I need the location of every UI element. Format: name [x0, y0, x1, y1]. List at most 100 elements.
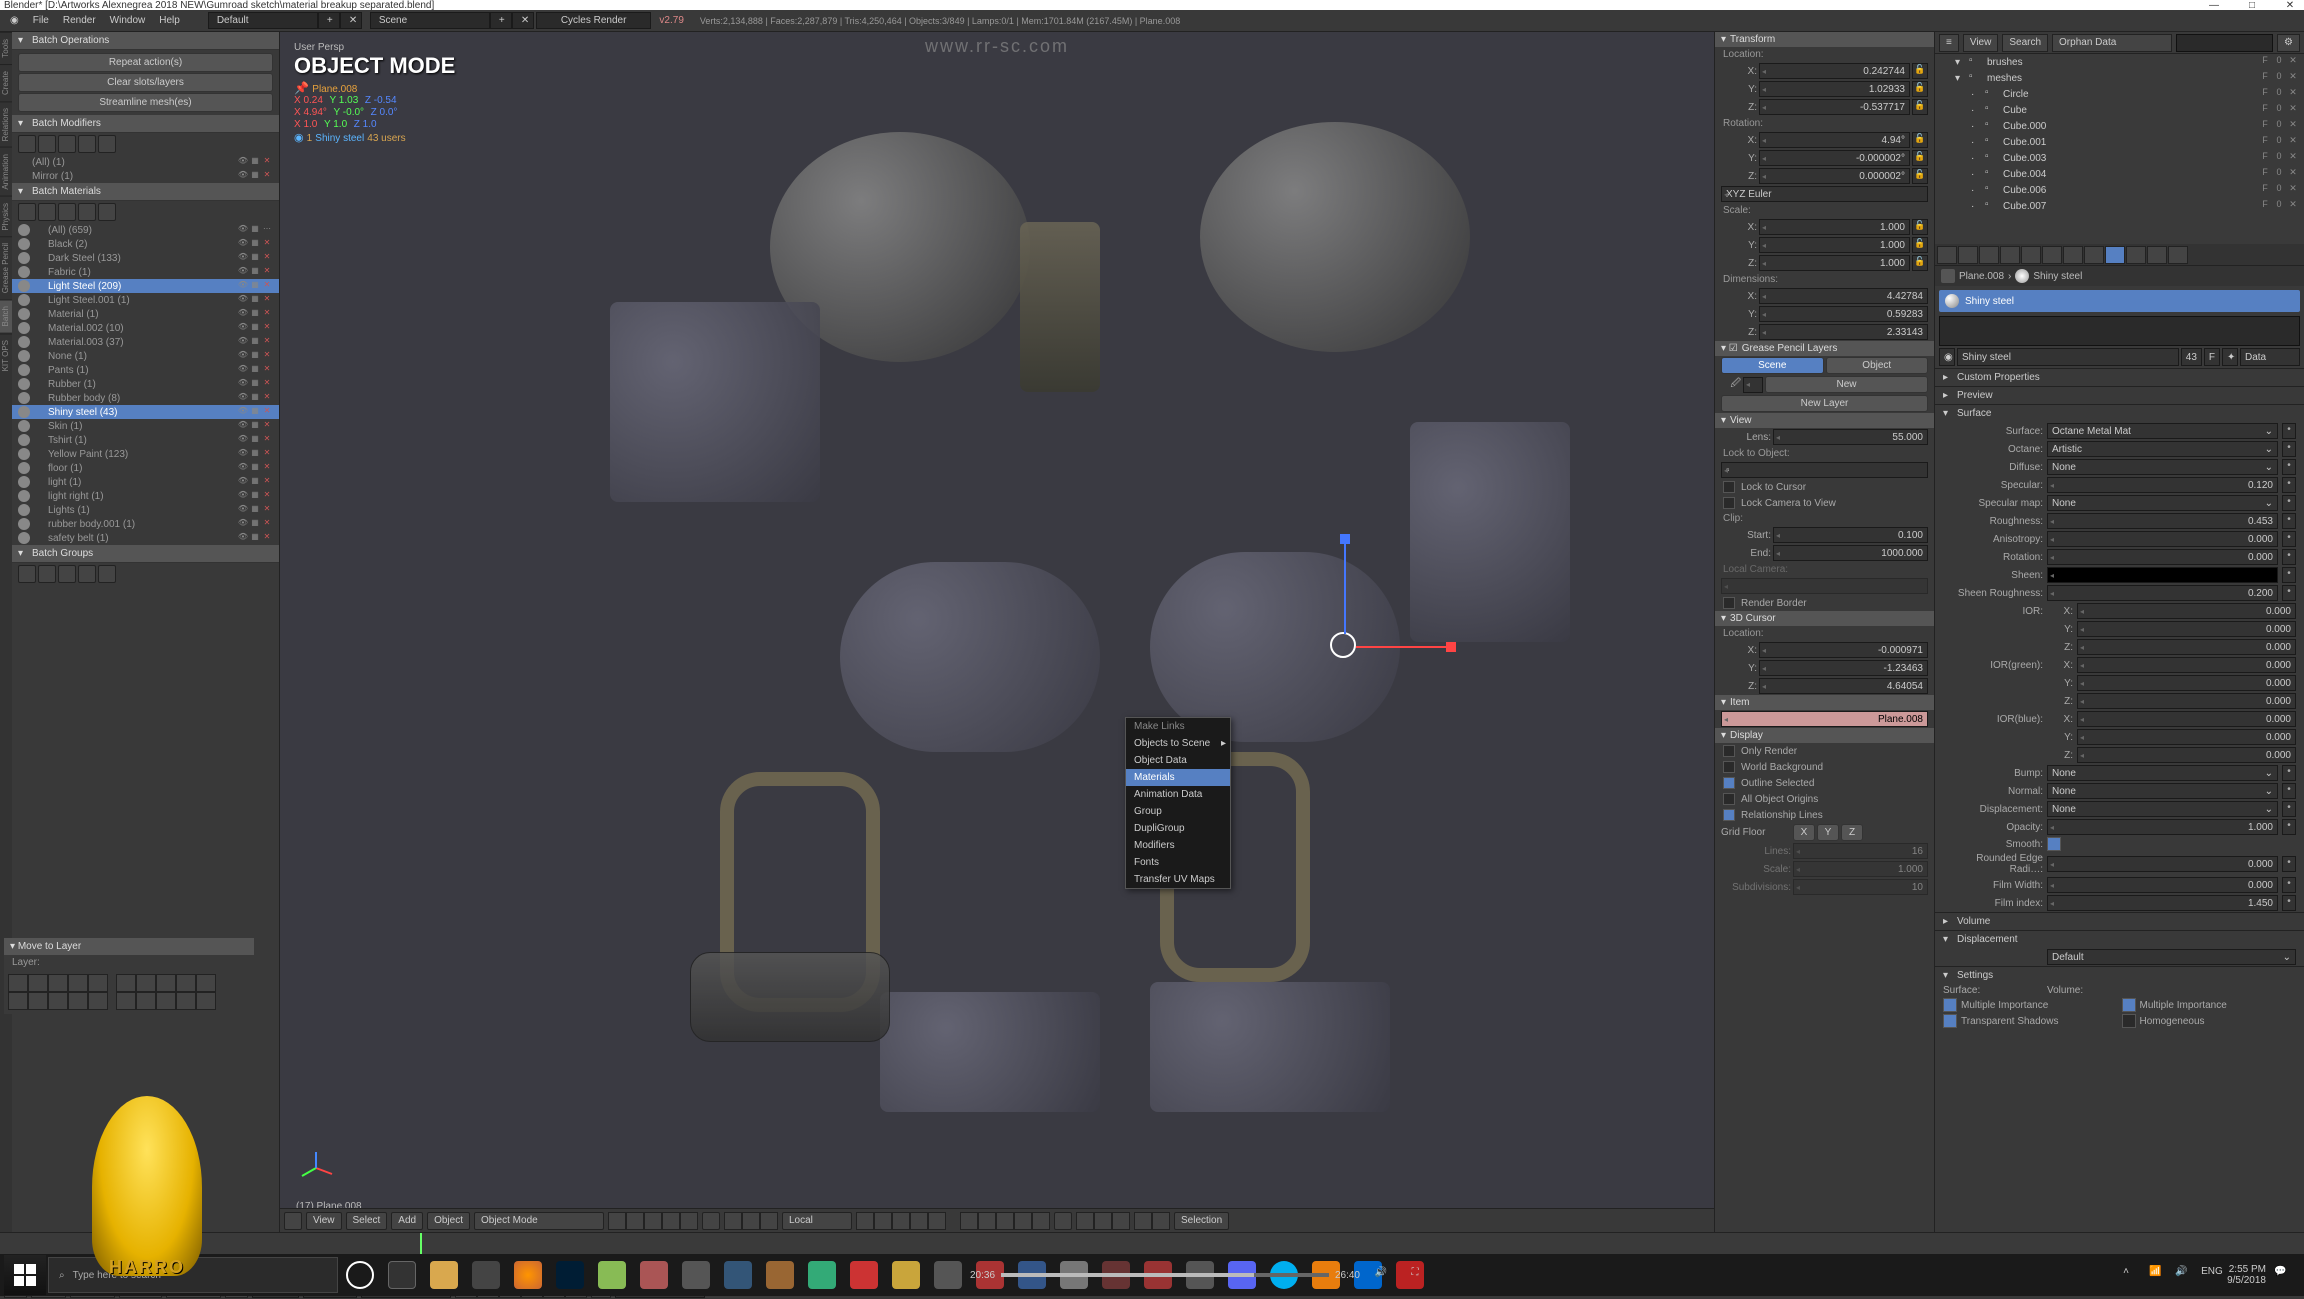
trans-shadows-check[interactable] — [1943, 1014, 1957, 1028]
transform-panel-header[interactable]: ▾ Transform — [1715, 32, 1934, 47]
vis-icon[interactable]: 👁 — [237, 462, 249, 474]
material-row[interactable]: Light Steel (209)👁▦✕ — [12, 279, 279, 293]
material-name-field[interactable]: Shiny steel — [1957, 348, 2179, 366]
vis-icon[interactable]: 👁 — [237, 518, 249, 530]
sel-icon[interactable]: ▦ — [249, 308, 261, 320]
move-layer-header[interactable]: ▾ Move to Layer — [4, 938, 254, 955]
layer-button[interactable] — [156, 992, 176, 1010]
expand-icon[interactable]: · — [1971, 105, 1981, 116]
layer-5[interactable] — [928, 1212, 946, 1230]
batch-groups-header[interactable]: ▾Batch Groups — [12, 545, 279, 563]
material-slot-active[interactable]: Shiny steel — [1939, 290, 2300, 312]
shade-solid[interactable] — [626, 1212, 644, 1230]
outline-sel-check[interactable]: Outline Selected — [1715, 775, 1934, 791]
layer-button[interactable] — [68, 992, 88, 1010]
material-row[interactable]: Light Steel.001 (1)👁▦✕ — [12, 293, 279, 307]
sel-icon[interactable]: ▦ — [249, 434, 261, 446]
outliner-row[interactable]: ·▫CubeF0✕ — [1935, 102, 2304, 118]
cursor-z-field[interactable]: 4.64054 — [1759, 678, 1928, 694]
prop-particle-icon[interactable] — [2147, 246, 2167, 264]
grid-x-button[interactable]: X — [1793, 824, 1815, 841]
vis-icon[interactable]: 👁 — [237, 504, 249, 516]
layer-7[interactable] — [978, 1212, 996, 1230]
lock-icon[interactable]: 🔓 — [1912, 150, 1928, 166]
lock-icon[interactable]: 🔓 — [1912, 63, 1928, 79]
material-row[interactable]: light right (1)👁▦✕ — [12, 489, 279, 503]
3d-cursor-gizmo[interactable] — [1330, 632, 1356, 658]
prop-node-icon[interactable]: • — [2282, 783, 2296, 799]
prop-material-icon[interactable] — [2105, 246, 2125, 264]
material-link-dropdown[interactable]: Data — [2240, 348, 2300, 366]
loc-y-field[interactable]: 1.02933 — [1759, 81, 1910, 97]
shade-wire[interactable] — [608, 1212, 626, 1230]
x-icon[interactable]: ✕ — [2286, 87, 2300, 101]
surface-header[interactable]: ▾Surface — [1935, 405, 2304, 422]
video-vol-icon[interactable]: 🔊 — [1366, 1267, 1396, 1283]
render-engine-dropdown[interactable]: Cycles Render — [536, 12, 652, 29]
ctxmenu-item[interactable]: Fonts — [1126, 854, 1230, 871]
material-row[interactable]: Material (1)👁▦✕ — [12, 307, 279, 321]
editor-type-icon[interactable] — [284, 1212, 302, 1230]
material-row[interactable]: Dark Steel (133)👁▦✕ — [12, 251, 279, 265]
layer-button[interactable] — [88, 974, 108, 992]
tab-tools[interactable]: Tools — [0, 32, 12, 64]
sel-icon[interactable]: ▦ — [249, 448, 261, 460]
prop-render-icon[interactable] — [1937, 246, 1957, 264]
sel-icon[interactable]: ▦ — [249, 476, 261, 488]
lens-field[interactable]: 55.000 — [1773, 429, 1928, 445]
item-panel-header[interactable]: ▾ Item — [1715, 695, 1934, 710]
vis-icon[interactable]: 👁 — [237, 378, 249, 390]
material-row[interactable]: Shiny steel (43)👁▦✕ — [12, 405, 279, 419]
world-bg-check[interactable]: World Background — [1715, 759, 1934, 775]
prop-field[interactable]: 0.120 — [2047, 477, 2278, 493]
vp-select-menu[interactable]: Select — [346, 1212, 388, 1230]
volume-header[interactable]: ▸Volume — [1935, 913, 2304, 930]
layer-button[interactable] — [48, 992, 68, 1010]
mods-icon-3[interactable] — [58, 135, 76, 153]
render-border-check[interactable]: Render Border — [1715, 595, 1934, 611]
x-icon[interactable]: ✕ — [2286, 71, 2300, 85]
ctxmenu-item[interactable]: Animation Data — [1126, 786, 1230, 803]
sel-icon[interactable]: ▦ — [249, 252, 261, 264]
prop-node-icon[interactable]: • — [2282, 877, 2296, 893]
vis-icon[interactable]: 👁 — [237, 448, 249, 460]
remove-icon[interactable]: ✕ — [261, 406, 273, 418]
layout-del[interactable]: ✕ — [340, 12, 362, 29]
mats-icon-4[interactable] — [78, 203, 96, 221]
batch-operations-header[interactable]: ▾Batch Operations — [12, 32, 279, 50]
mats-icon-3[interactable] — [58, 203, 76, 221]
vis-icon[interactable]: 👁 — [237, 476, 249, 488]
tab-batch[interactable]: Batch — [0, 299, 12, 332]
x-icon[interactable]: ✕ — [2286, 135, 2300, 149]
scl-y-field[interactable]: 1.000 — [1759, 237, 1910, 253]
prop-field[interactable]: None — [2047, 459, 2278, 475]
dim-x-field[interactable]: 4.42784 — [1759, 288, 1928, 304]
vis-icon[interactable]: 👁 — [237, 434, 249, 446]
vis-icon[interactable]: 👁 — [237, 350, 249, 362]
mods-icon-4[interactable] — [78, 135, 96, 153]
vis-icon[interactable]: 👁 — [237, 532, 249, 544]
expand-icon[interactable]: · — [1971, 89, 1981, 100]
layer-button[interactable] — [48, 974, 68, 992]
remove-icon[interactable]: ✕ — [261, 238, 273, 250]
repeat-actions-button[interactable]: Repeat action(s) — [18, 53, 273, 72]
material-row[interactable]: Fabric (1)👁▦✕ — [12, 265, 279, 279]
expand-icon[interactable]: ▾ — [1955, 73, 1965, 84]
layer-button[interactable] — [196, 974, 216, 992]
layer-button[interactable] — [28, 992, 48, 1010]
layer-button[interactable] — [136, 992, 156, 1010]
material-row[interactable]: safety belt (1)👁▦✕ — [12, 531, 279, 545]
groups-icon-2[interactable] — [38, 565, 56, 583]
app-icon-3[interactable] — [676, 1255, 716, 1295]
vp-add-menu[interactable]: Add — [391, 1212, 423, 1230]
sel-icon[interactable]: ▦ — [249, 406, 261, 418]
close-button[interactable]: ✕ — [2280, 0, 2300, 11]
vis-icon[interactable]: 👁 — [237, 322, 249, 334]
start-button[interactable] — [4, 1255, 46, 1295]
ctxmenu-item[interactable]: Transfer UV Maps — [1126, 871, 1230, 888]
prop-node-icon[interactable]: • — [2282, 819, 2296, 835]
expand-icon[interactable]: · — [1971, 153, 1981, 164]
prop-node-icon[interactable]: • — [2282, 895, 2296, 911]
tray-notifications-icon[interactable]: 💬 — [2274, 1266, 2292, 1284]
prop-field[interactable]: Octane Metal Mat — [2047, 423, 2278, 439]
